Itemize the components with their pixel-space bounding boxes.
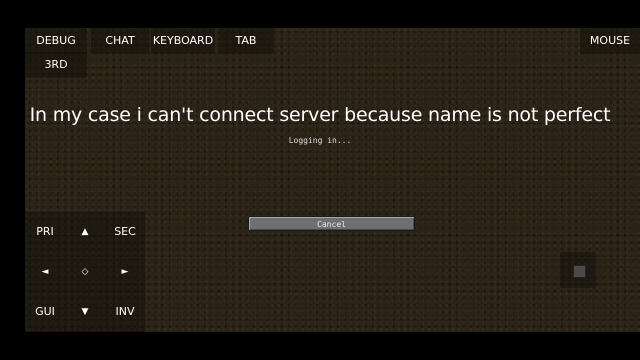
gui-button[interactable]: GUI	[25, 292, 65, 332]
primary-button[interactable]: PRI	[25, 212, 65, 252]
mouse-button[interactable]: MOUSE	[580, 28, 640, 54]
up-arrow-icon[interactable]: ▲	[65, 212, 105, 252]
keyboard-button[interactable]: KEYBOARD	[151, 28, 215, 54]
debug-button[interactable]: DEBUG	[25, 28, 87, 54]
dpad-controls: PRI ▲ SEC ◄ ◇ ► GUI ▼ INV	[25, 212, 145, 332]
down-arrow-icon[interactable]: ▼	[65, 292, 105, 332]
left-arrow-icon[interactable]: ◄	[25, 252, 65, 292]
chat-button[interactable]: CHAT	[91, 28, 149, 54]
center-diamond-icon[interactable]: ◇	[65, 252, 105, 292]
right-control-pad[interactable]	[560, 252, 596, 288]
video-caption: In my case i can't connect server becaus…	[29, 104, 611, 126]
cancel-button[interactable]: Cancel	[248, 216, 415, 231]
secondary-button[interactable]: SEC	[105, 212, 145, 252]
inventory-button[interactable]: INV	[105, 292, 145, 332]
logging-in-status: Logging in...	[288, 136, 352, 145]
third-person-button[interactable]: 3RD	[25, 52, 87, 78]
right-arrow-icon[interactable]: ►	[105, 252, 145, 292]
tab-button[interactable]: TAB	[218, 28, 274, 54]
square-knob-icon[interactable]	[573, 265, 586, 278]
game-screen: DEBUG CHAT KEYBOARD TAB MOUSE 3RD In my …	[0, 0, 640, 360]
